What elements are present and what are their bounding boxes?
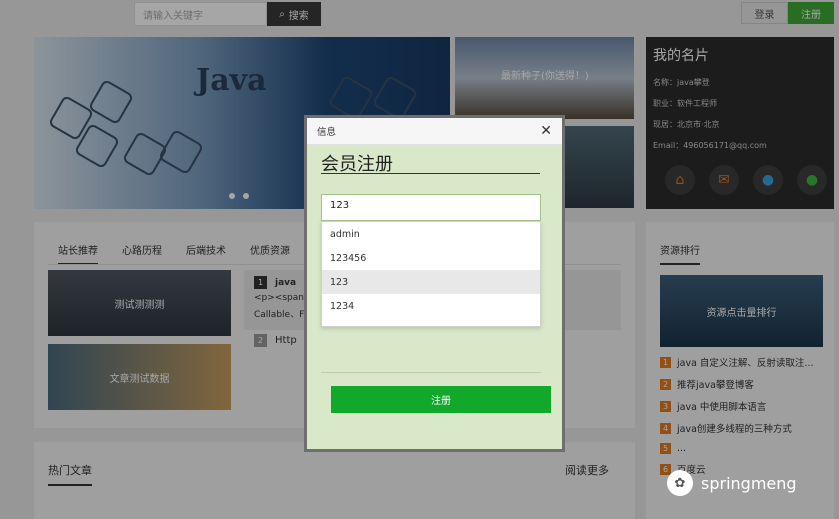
register-submit-button[interactable]: 注册 [331,386,551,413]
close-icon[interactable]: ✕ [540,123,552,139]
watermark: ✿ springmeng [667,470,797,496]
modal-header: 信息 ✕ [307,118,562,145]
suggestion-item[interactable]: 123456 [322,246,540,270]
autocomplete-dropdown: admin 123456 123 1234 [321,221,541,327]
modal-header-label: 信息 [317,127,337,138]
username-input[interactable]: 123 [321,194,541,221]
suggestion-item[interactable]: 123 [322,270,540,294]
register-modal: 信息 ✕ 会员注册 123 admin 123456 123 1234 注册 [304,115,565,452]
wechat-icon: ✿ [667,470,693,496]
suggestion-item[interactable]: admin [322,222,540,246]
watermark-text: springmeng [701,473,797,493]
